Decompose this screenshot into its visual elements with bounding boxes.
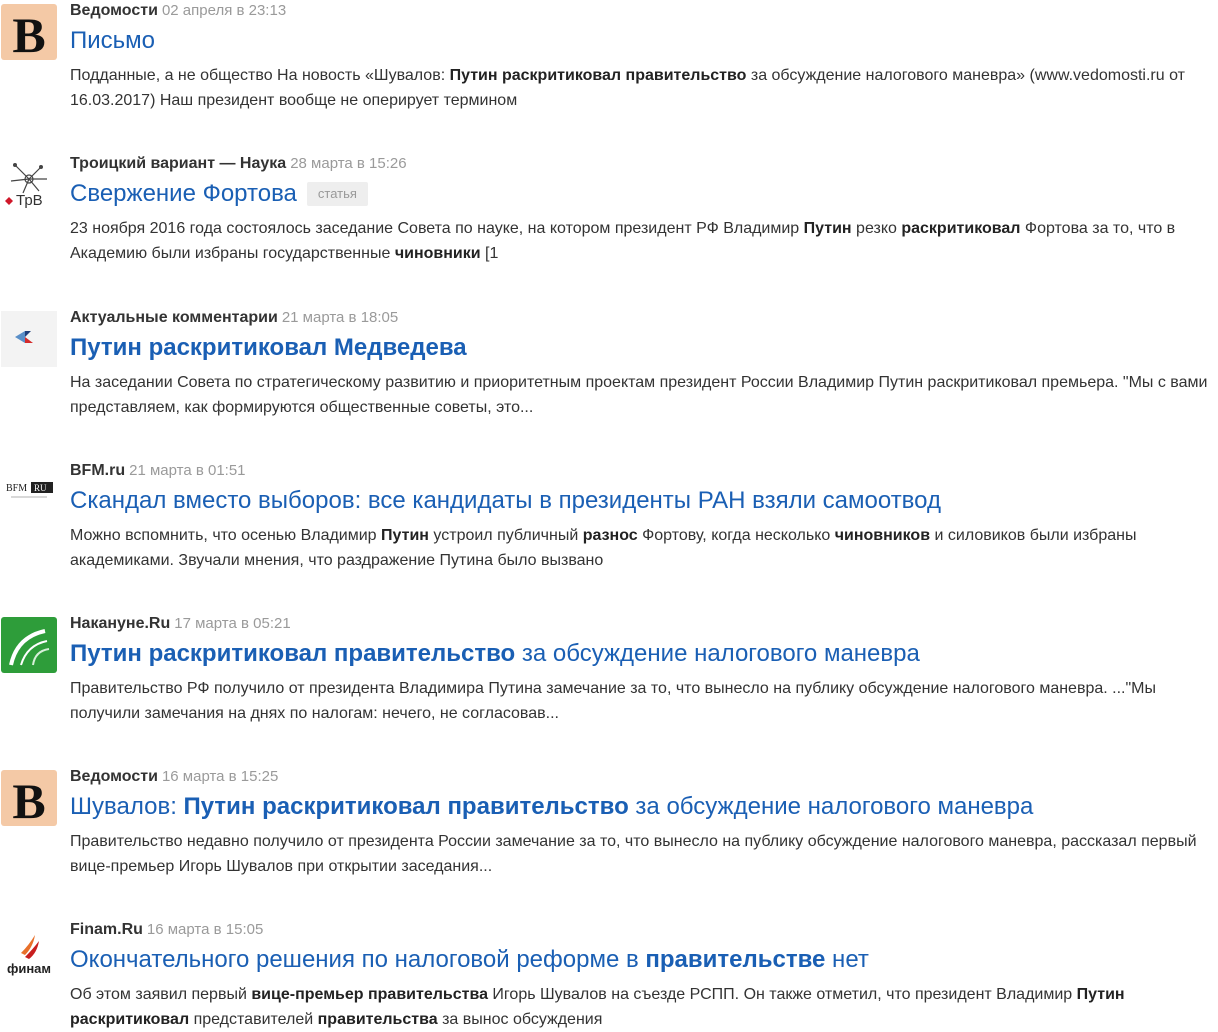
source-name[interactable]: BFM.ru (70, 462, 125, 479)
highlighted-text: чиновников (834, 527, 931, 544)
svg-text:RU: RU (34, 483, 47, 493)
news-title-line: Свержение Фортова статья (70, 175, 1218, 213)
text-run: Письмо (70, 27, 156, 54)
news-item-meta: Актуальные комментарии 21 марта в 18:05 (70, 307, 1218, 329)
vedomosti-logo[interactable]: B (1, 4, 57, 60)
highlighted-text: Путин (381, 527, 429, 544)
text-run: [1 (480, 245, 499, 262)
trv-logo[interactable]: ТрВ (1, 157, 57, 213)
news-item-body: Троицкий вариант — Наука 28 марта в 15:26… (70, 153, 1218, 266)
nakanune-logo[interactable] (1, 617, 57, 673)
text-run: устроил публичный (428, 527, 583, 544)
news-item-meta: Ведомости 02 апреля в 23:13 (70, 0, 1218, 22)
svg-text:ТрВ: ТрВ (16, 192, 43, 209)
highlighted-text: чиновники (394, 245, 481, 262)
publish-date: 21 марта в 01:51 (129, 462, 246, 479)
svg-text:BFM: BFM (6, 483, 27, 494)
news-item-body: Finam.Ru 16 марта в 15:05 Окончательного р… (70, 919, 1218, 1032)
news-item-body: Ведомости 16 марта в 15:25 Шувалов: Путин … (70, 766, 1218, 879)
text-run: Игорь Шувалов на съезде РСПП. Он также о… (487, 986, 1077, 1003)
news-item-body: Накануне.Ru 17 марта в 05:21 Путин раскрит… (70, 613, 1218, 726)
vedomosti-logo[interactable]: B (1, 770, 57, 826)
text-run: Скандал вместо выборов: все кандидаты в … (70, 487, 941, 514)
news-title-link[interactable]: Шувалов: Путин раскритиковал правительст… (70, 792, 1033, 822)
article-type-badge: статья (306, 182, 368, 206)
source-name[interactable]: Актуальные комментарии (70, 309, 278, 326)
text-run: Можно вспомнить, что осенью Владимир (70, 527, 382, 544)
news-title-link[interactable]: Письмо (70, 26, 155, 56)
source-name[interactable]: Ведомости (70, 2, 158, 19)
aktualnye-kommentarii-logo[interactable] (1, 311, 57, 367)
news-item-body: BFM.ru 21 марта в 01:51 Скандал вместо выб… (70, 460, 1218, 573)
source-name[interactable]: Накануне.Ru (70, 615, 170, 632)
news-title-line: Окончательного решения по налоговой рефо… (70, 941, 1218, 979)
publish-date: 21 марта в 18:05 (281, 309, 399, 326)
news-title-link[interactable]: Скандал вместо выборов: все кандидаты в … (70, 486, 941, 516)
highlighted-text: Путин (803, 220, 852, 237)
news-snippet: Можно вспомнить, что осенью Владимир Пут… (70, 523, 1218, 573)
text-run: На заседании Совета по стратегическому р… (70, 374, 1208, 416)
news-snippet: Об этом заявил первый вице-премьер прави… (70, 982, 1218, 1032)
text-run: Об этом заявил первый (70, 986, 252, 1003)
news-title-line: Путин раскритиковал Медведева (70, 329, 1218, 367)
highlighted-text: Путин раскритиковал правительство (70, 640, 516, 667)
news-title-link[interactable]: Свержение Фортова (70, 179, 297, 209)
highlighted-text: Путин раскритиковал правительство (183, 793, 629, 820)
publish-date: 16 марта в 15:25 (161, 768, 279, 785)
source-name[interactable]: Ведомости (70, 768, 158, 785)
text-run: Правительство недавно получило от презид… (70, 833, 1197, 875)
news-title-link[interactable]: Окончательного решения по налоговой рефо… (70, 945, 869, 975)
news-item-meta: BFM.ru 21 марта в 01:51 (70, 460, 1218, 482)
news-title-line: Скандал вместо выборов: все кандидаты в … (70, 482, 1218, 520)
publish-date: 02 апреля в 23:13 (161, 2, 287, 19)
news-title-line: Шувалов: Путин раскритиковал правительст… (70, 788, 1218, 826)
highlighted-text: вице-премьер правительства (251, 986, 488, 1003)
text-run: представителей (189, 1011, 318, 1028)
publish-date: 16 марта в 15:05 (146, 921, 264, 938)
svg-text:B: B (12, 7, 45, 60)
text-run: Окончательного решения по налоговой рефо… (70, 946, 646, 973)
bfm-logo[interactable]: BFM RU (1, 464, 57, 520)
news-snippet: Подданные, а не общество На новость «Шув… (70, 63, 1218, 113)
news-item-meta: Ведомости 16 марта в 15:25 (70, 766, 1218, 788)
text-run: нет (825, 946, 869, 973)
text-run: Фортову, когда несколько (637, 527, 835, 544)
text-run: Свержение Фортова (70, 180, 297, 207)
svg-text:финам: финам (7, 961, 51, 976)
news-item-body: Актуальные комментарии 21 марта в 18:05 Пу… (70, 307, 1218, 420)
news-title-link[interactable]: Путин раскритиковал Медведева (70, 333, 467, 363)
highlighted-text: разнос (582, 527, 638, 544)
news-item-body: Ведомости 02 апреля в 23:13 Письмо Подданны… (70, 0, 1218, 113)
text-run: Подданные, а не общество На новость «Шув… (70, 67, 450, 84)
text-run: за вынос обсуждения (437, 1011, 603, 1028)
highlighted-text: Путин раскритиковал Медведева (70, 334, 467, 361)
news-title-line: Письмо (70, 22, 1218, 60)
text-run: за обсуждение налогового маневра (515, 640, 920, 667)
news-title-line: Путин раскритиковал правительство за обс… (70, 635, 1218, 673)
highlighted-text: правительстве (645, 946, 826, 973)
news-snippet: Правительство недавно получило от презид… (70, 829, 1218, 879)
finam-logo[interactable]: финам (1, 923, 57, 979)
news-item-meta: Троицкий вариант — Наука 28 марта в 15:26 (70, 153, 1218, 175)
text-run: резко (851, 220, 902, 237)
news-snippet: 23 ноября 2016 года состоялось заседание… (70, 216, 1218, 266)
publish-date: 28 марта в 15:26 (290, 155, 407, 172)
svg-text:B: B (12, 773, 45, 826)
news-item-meta: Finam.Ru 16 марта в 15:05 (70, 919, 1218, 941)
text-run: за обсуждение налогового маневра (628, 793, 1034, 820)
highlighted-text: раскритиковал (901, 220, 1021, 237)
source-name[interactable]: Троицкий вариант — Наука (70, 155, 286, 172)
publish-date: 17 марта в 05:21 (174, 615, 291, 632)
news-snippet: На заседании Совета по стратегическому р… (70, 370, 1218, 420)
text-run: 23 ноября 2016 года состоялось заседание… (70, 220, 804, 237)
news-item-meta: Накануне.Ru 17 марта в 05:21 (70, 613, 1218, 635)
news-title-link[interactable]: Путин раскритиковал правительство за обс… (70, 639, 920, 669)
source-name[interactable]: Finam.Ru (70, 921, 143, 938)
text-run: Правительство РФ получило от президента … (70, 680, 1156, 722)
highlighted-text: правительства (317, 1011, 438, 1028)
text-run: Шувалов: (70, 793, 184, 820)
highlighted-text: Путин раскритиковал правительство (449, 67, 747, 84)
news-snippet: Правительство РФ получило от президента … (70, 676, 1218, 726)
